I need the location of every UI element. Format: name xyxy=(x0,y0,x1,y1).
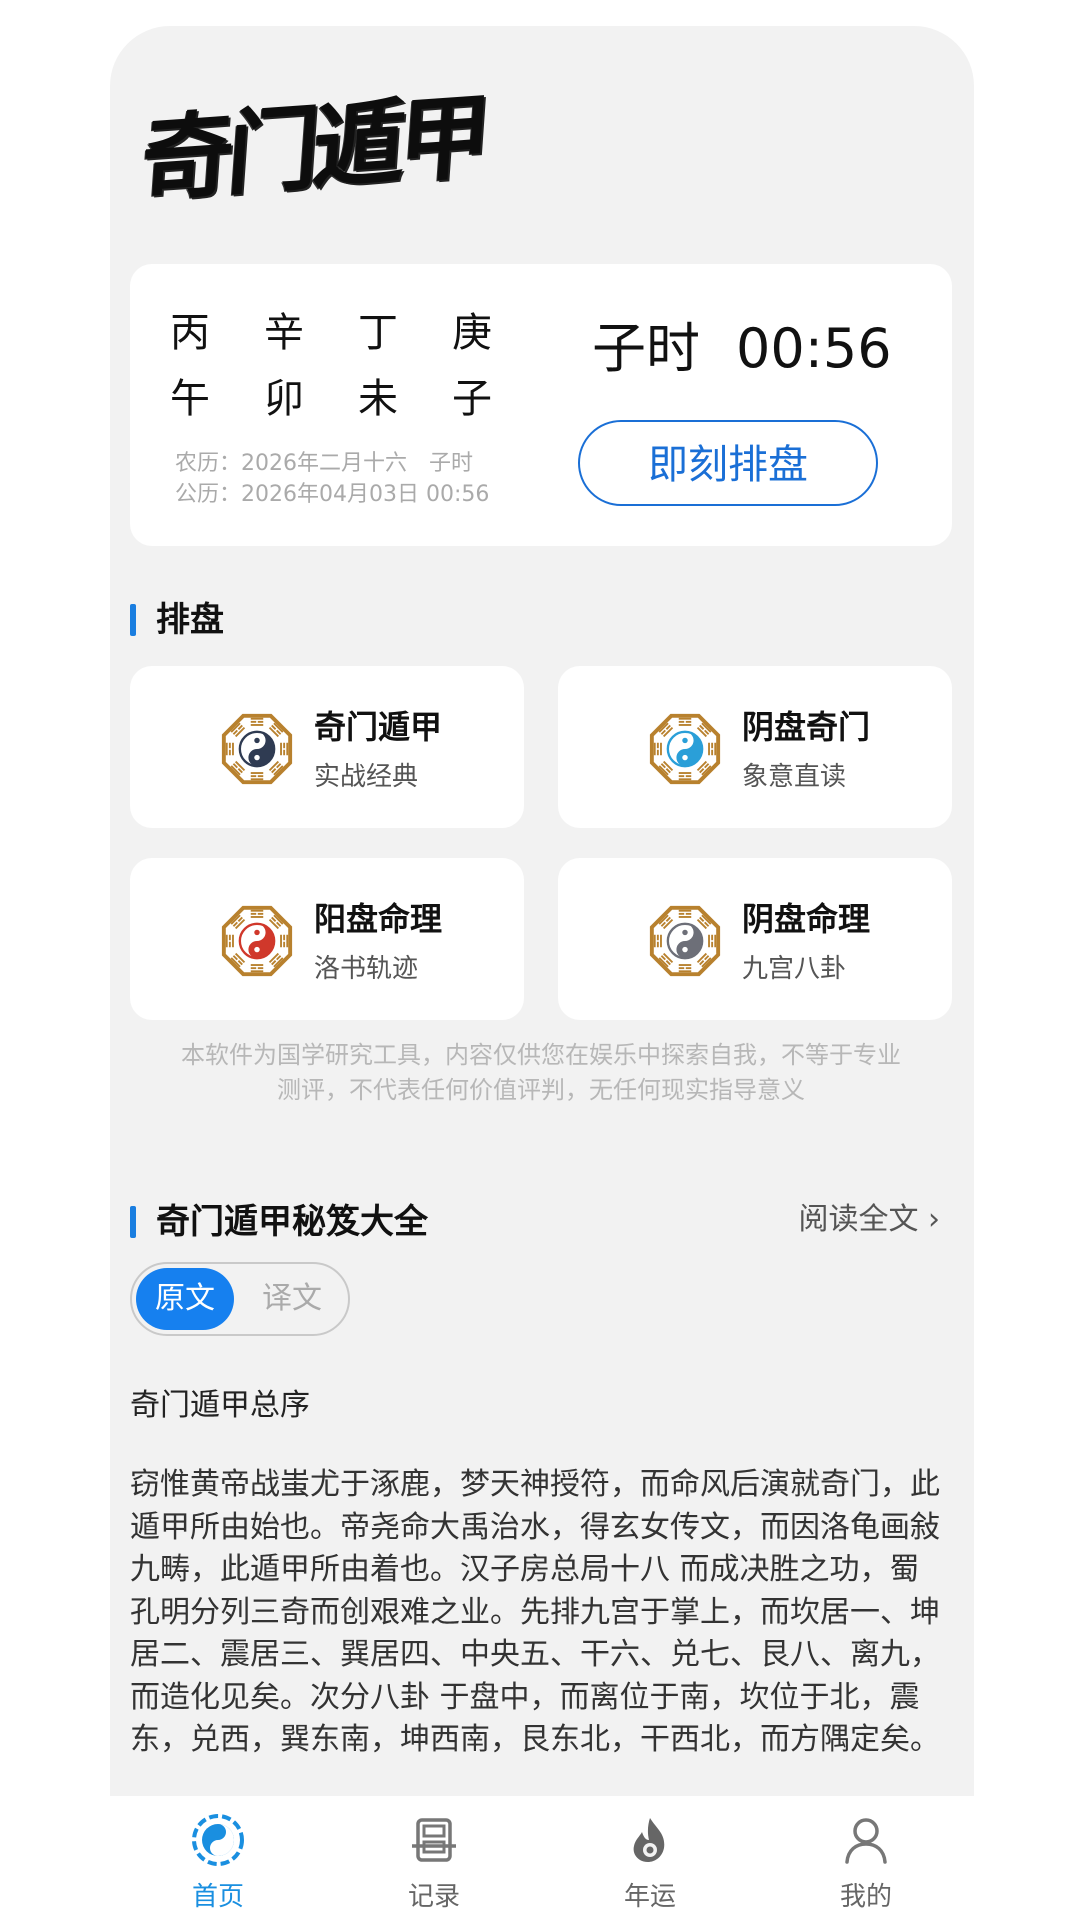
article-body: 窃惟黄帝战蚩尤于涿鹿，梦天神授符，而命风后演就奇门，此遁甲所由始也。帝尧命大禹治… xyxy=(130,1467,940,1757)
shichen-label: 子时 xyxy=(592,317,700,380)
disclaimer-text: 本软件为国学研究工具，内容仅供您在娱乐中探索自我，不等于专业 测评，不代表任何价… xyxy=(130,1038,952,1108)
chart-card-yinpan-qimen[interactable]: 阴盘奇门 象意直读 xyxy=(558,666,952,828)
ganzhi-char: 未 xyxy=(358,376,398,422)
date-card: 丙 辛 丁 庚 午 卯 未 子 农历：2026年二月十六 子时 公历：2026年… xyxy=(130,264,952,546)
chart-card-subtitle: 象意直读 xyxy=(742,762,847,792)
chart-card-title: 阳盘命理 xyxy=(314,900,443,938)
disclaimer-line: 测评，不代表任何价值评判，无任何现实指导意义 xyxy=(277,1076,805,1104)
chart-card-title: 阴盘奇门 xyxy=(742,708,871,746)
tab-label: 年运 xyxy=(623,1882,676,1912)
tab-yearly-fortune[interactable]: 年运 xyxy=(542,1796,758,1920)
app-logo: 奇门遁甲 xyxy=(138,81,489,215)
ganzhi-char: 丁 xyxy=(358,310,398,356)
chart-card-subtitle: 九宫八卦 xyxy=(742,954,847,984)
record-icon xyxy=(412,1818,456,1862)
app-screen: 奇门遁甲 丙 辛 丁 庚 午 卯 未 子 农历：2026年二月十六 子时 公历：… xyxy=(110,26,974,1920)
article-title: 奇门遁甲总序 xyxy=(130,1388,310,1423)
ganzhi-char: 庚 xyxy=(452,310,492,356)
original-text-tab[interactable]: 原文 xyxy=(136,1268,234,1330)
chart-card-title: 奇门遁甲 xyxy=(314,708,443,746)
ganzhi-char: 卯 xyxy=(264,376,304,422)
tab-label: 首页 xyxy=(191,1882,244,1912)
ganzhi-char: 辛 xyxy=(264,310,304,356)
calendar-dates: 农历：2026年二月十六 子时 公历：2026年04月03日 00:56 xyxy=(175,448,489,510)
ganzhi-char: 子 xyxy=(452,376,492,422)
tab-profile[interactable]: 我的 xyxy=(758,1796,974,1920)
read-all-link[interactable]: 阅读全文 › xyxy=(798,1194,940,1238)
ganzhi-branches: 午 卯 未 子 xyxy=(170,366,546,432)
bagua-taiji-icon xyxy=(649,905,721,977)
user-icon xyxy=(845,1818,887,1864)
ganzhi-char: 午 xyxy=(170,376,210,422)
instant-chart-button[interactable]: 即刻排盘 xyxy=(578,420,878,506)
solar-date: 公历：2026年04月03日 00:56 xyxy=(175,482,490,507)
tab-label: 记录 xyxy=(407,1882,460,1912)
chart-card-yinpan-mingli[interactable]: 阴盘命理 九宫八卦 xyxy=(558,858,952,1020)
chart-card-subtitle: 洛书轨迹 xyxy=(314,954,419,984)
flame-icon xyxy=(633,1818,665,1862)
translation-tab[interactable]: 译文 xyxy=(240,1268,344,1330)
disclaimer-line: 本软件为国学研究工具，内容仅供您在娱乐中探索自我，不等于专业 xyxy=(181,1041,901,1069)
chart-card-subtitle: 实战经典 xyxy=(314,762,419,792)
chart-card-title: 阴盘命理 xyxy=(742,900,871,938)
text-mode-toggle[interactable]: 原文 译文 xyxy=(130,1262,350,1336)
lunar-date: 农历：2026年二月十六 子时 xyxy=(175,451,473,476)
bottom-tab-bar: 首页 记录 年运 我的 xyxy=(110,1796,974,1920)
tab-home[interactable]: 首页 xyxy=(110,1796,326,1920)
tab-label: 我的 xyxy=(839,1882,892,1912)
ganzhi-char: 丙 xyxy=(170,310,210,356)
book-section-title: 奇门遁甲秘笈大全 xyxy=(130,1202,428,1242)
paipan-section-title: 排盘 xyxy=(130,600,224,640)
chart-card-qimen[interactable]: 奇门遁甲 实战经典 xyxy=(130,666,524,828)
bagua-taiji-icon xyxy=(221,713,293,785)
chart-card-yangpan-mingli[interactable]: 阳盘命理 洛书轨迹 xyxy=(130,858,524,1020)
yin-yang-home-icon xyxy=(192,1814,244,1866)
ganzhi-stems: 丙 辛 丁 庚 xyxy=(170,300,546,366)
ganzhi-grid: 丙 辛 丁 庚 午 卯 未 子 xyxy=(170,300,546,432)
current-time: 子时 00:56 xyxy=(592,304,892,383)
bagua-taiji-icon xyxy=(221,905,293,977)
tab-records[interactable]: 记录 xyxy=(326,1796,542,1920)
bagua-taiji-icon xyxy=(649,713,721,785)
clock-label: 00:56 xyxy=(736,317,892,380)
